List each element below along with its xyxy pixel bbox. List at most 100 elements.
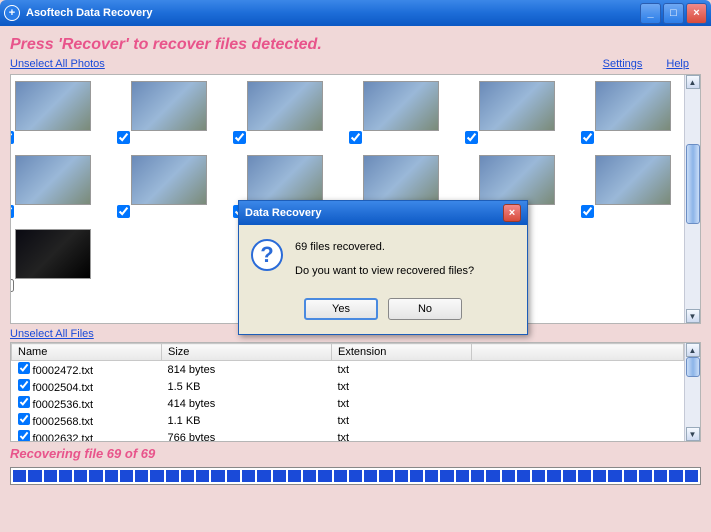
thumbnail-image xyxy=(479,81,555,131)
photo-checkbox[interactable] xyxy=(581,205,594,218)
file-checkbox[interactable] xyxy=(18,413,30,425)
status-text: Recovering file 69 of 69 xyxy=(10,446,701,461)
progress-segment xyxy=(334,470,347,482)
progress-segment xyxy=(471,470,484,482)
photo-checkbox[interactable] xyxy=(11,205,14,218)
progress-segment xyxy=(181,470,194,482)
dialog-message: 69 files recovered. Do you want to view … xyxy=(295,239,474,280)
photo-thumbnail[interactable] xyxy=(15,155,91,205)
table-row[interactable]: f0002472.txt814 bytestxt xyxy=(12,361,684,379)
scroll-up-arrow-icon[interactable]: ▲ xyxy=(686,75,700,89)
progress-segment xyxy=(303,470,316,482)
photo-checkbox[interactable] xyxy=(11,131,14,144)
yes-button[interactable]: Yes xyxy=(304,298,378,320)
thumbnail-image xyxy=(595,81,671,131)
file-ext: txt xyxy=(332,378,472,395)
unselect-all-photos-link[interactable]: Unselect All Photos xyxy=(10,58,105,70)
progress-segment xyxy=(547,470,560,482)
file-checkbox[interactable] xyxy=(18,396,30,408)
dialog-close-button[interactable]: × xyxy=(503,204,521,222)
photo-thumbnail[interactable] xyxy=(247,81,323,131)
progress-segment xyxy=(105,470,118,482)
thumbnail-image xyxy=(15,81,91,131)
table-row[interactable]: f0002536.txt414 bytestxt xyxy=(12,395,684,412)
photo-thumbnail[interactable] xyxy=(247,155,323,205)
column-spacer xyxy=(472,344,684,361)
column-ext[interactable]: Extension xyxy=(332,344,472,361)
app-icon: + xyxy=(4,5,20,21)
file-ext: txt xyxy=(332,429,472,441)
file-checkbox[interactable] xyxy=(18,379,30,391)
thumbnail-image xyxy=(363,155,439,205)
progress-segment xyxy=(685,470,698,482)
progress-segment xyxy=(639,470,652,482)
photo-thumbnail[interactable] xyxy=(479,155,555,205)
progress-segment xyxy=(28,470,41,482)
file-size: 414 bytes xyxy=(162,395,332,412)
photos-scrollbar[interactable]: ▲ ▼ xyxy=(684,75,700,323)
photo-thumbnail[interactable] xyxy=(131,81,207,131)
progress-segment xyxy=(13,470,26,482)
file-name: f0002632.txt xyxy=(30,433,94,441)
scroll-down-arrow-icon[interactable]: ▼ xyxy=(686,309,700,323)
scroll-up-arrow-icon[interactable]: ▲ xyxy=(686,343,700,357)
help-link[interactable]: Help xyxy=(666,58,689,70)
thumbnail-image xyxy=(15,229,91,279)
dialog-titlebar: Data Recovery × xyxy=(239,201,527,225)
file-ext: txt xyxy=(332,412,472,429)
file-ext: txt xyxy=(332,395,472,412)
photo-thumbnail[interactable] xyxy=(131,155,207,205)
progress-segment xyxy=(349,470,362,482)
table-row[interactable]: f0002568.txt1.1 KBtxt xyxy=(12,412,684,429)
photo-thumbnail[interactable] xyxy=(363,155,439,205)
scroll-down-arrow-icon[interactable]: ▼ xyxy=(686,427,700,441)
table-row[interactable]: f0002632.txt766 bytestxt xyxy=(12,429,684,441)
photo-checkbox[interactable] xyxy=(349,131,362,144)
photo-thumbnail[interactable] xyxy=(595,81,671,131)
thumbnail-image xyxy=(131,155,207,205)
photo-thumbnail[interactable] xyxy=(15,81,91,131)
dialog-line2: Do you want to view recovered files? xyxy=(295,263,474,281)
photo-checkbox[interactable] xyxy=(581,131,594,144)
recovery-dialog: Data Recovery × ? 69 files recovered. Do… xyxy=(238,200,528,335)
photo-thumbnail[interactable] xyxy=(595,155,671,205)
column-name[interactable]: Name xyxy=(12,344,162,361)
window-close-button[interactable]: × xyxy=(686,3,707,24)
thumbnail-image xyxy=(479,155,555,205)
scroll-thumb[interactable] xyxy=(686,357,700,377)
minimize-button[interactable]: _ xyxy=(640,3,661,24)
progress-segment xyxy=(654,470,667,482)
maximize-button[interactable]: □ xyxy=(663,3,684,24)
photo-checkbox[interactable] xyxy=(117,205,130,218)
photo-thumbnail[interactable] xyxy=(15,229,91,279)
table-row[interactable]: f0002504.txt1.5 KBtxt xyxy=(12,378,684,395)
progress-segment xyxy=(242,470,255,482)
file-checkbox[interactable] xyxy=(18,362,30,374)
thumbnail-image xyxy=(247,155,323,205)
progress-segment xyxy=(578,470,591,482)
question-icon: ? xyxy=(251,239,283,271)
no-button[interactable]: No xyxy=(388,298,462,320)
thumbnail-image xyxy=(131,81,207,131)
progress-segment xyxy=(273,470,286,482)
progress-segment xyxy=(135,470,148,482)
progress-segment xyxy=(532,470,545,482)
photo-checkbox[interactable] xyxy=(117,131,130,144)
photo-thumbnail[interactable] xyxy=(363,81,439,131)
file-checkbox[interactable] xyxy=(18,430,30,441)
scroll-thumb[interactable] xyxy=(686,144,700,224)
photo-checkbox[interactable] xyxy=(233,131,246,144)
unselect-all-files-link[interactable]: Unselect All Files xyxy=(10,328,94,340)
progress-bar xyxy=(10,467,701,485)
column-size[interactable]: Size xyxy=(162,344,332,361)
photo-checkbox[interactable] xyxy=(465,131,478,144)
progress-segment xyxy=(257,470,270,482)
files-scrollbar[interactable]: ▲ ▼ xyxy=(684,343,700,441)
photo-checkbox[interactable] xyxy=(11,279,14,292)
progress-segment xyxy=(593,470,606,482)
files-panel: Name Size Extension f0002472.txt814 byte… xyxy=(10,342,701,442)
settings-link[interactable]: Settings xyxy=(603,58,643,70)
progress-segment xyxy=(120,470,133,482)
progress-segment xyxy=(395,470,408,482)
photo-thumbnail[interactable] xyxy=(479,81,555,131)
